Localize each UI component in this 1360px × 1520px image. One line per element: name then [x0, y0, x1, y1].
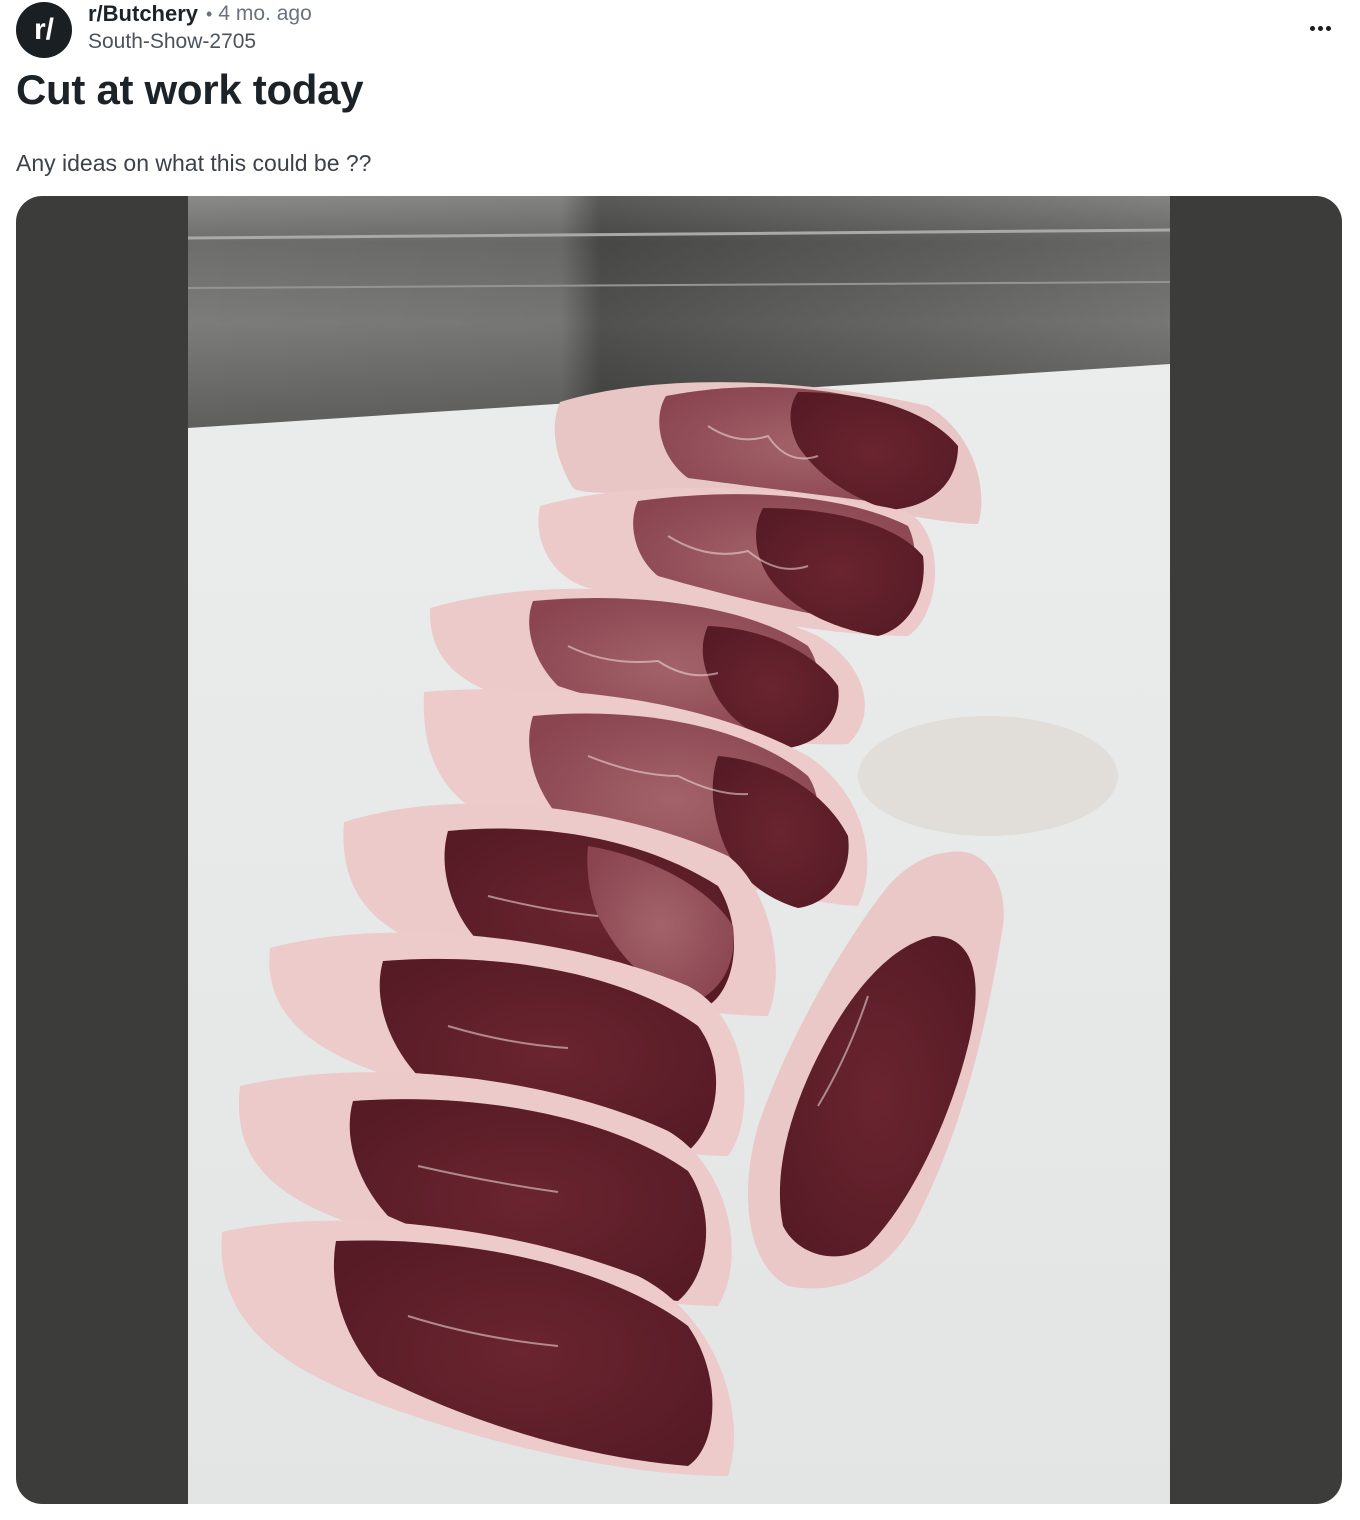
post-meta: r/Butchery • 4 mo. ago South-Show-2705 — [88, 0, 312, 56]
subreddit-avatar[interactable]: r/ — [16, 2, 72, 58]
post-title[interactable]: Cut at work today — [16, 62, 364, 118]
subreddit-avatar-icon: r/ — [33, 13, 54, 46]
post-image[interactable] — [188, 196, 1170, 1504]
post-image-container[interactable] — [16, 196, 1342, 1504]
post-card: r/ r/Butchery • 4 mo. ago South-Show-270… — [0, 0, 1360, 1520]
more-options-button[interactable] — [1300, 8, 1340, 48]
meta-line: r/Butchery • 4 mo. ago — [88, 0, 312, 28]
subreddit-link[interactable]: r/Butchery — [88, 0, 198, 28]
post-body: Any ideas on what this could be ?? — [16, 150, 372, 176]
author-link[interactable]: South-Show-2705 — [88, 28, 312, 56]
meta-separator: • — [206, 4, 213, 24]
post-header: r/ r/Butchery • 4 mo. ago South-Show-270… — [16, 0, 1344, 60]
post-age: 4 mo. ago — [218, 2, 312, 25]
more-options-icon — [1309, 25, 1331, 31]
